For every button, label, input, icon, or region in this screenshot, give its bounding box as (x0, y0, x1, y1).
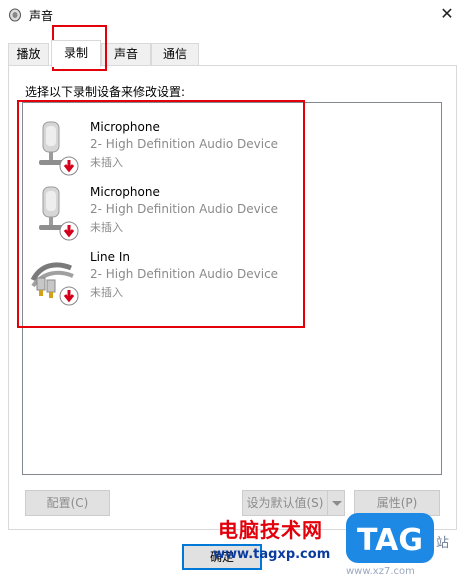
device-driver: 2- High Definition Audio Device (90, 137, 279, 151)
set-default-button[interactable]: 设为默认值(S) (242, 490, 328, 516)
tab-recording[interactable]: 录制 (51, 40, 101, 67)
microphone-icon (39, 186, 79, 241)
device-state: 未插入 (90, 156, 123, 169)
tab-communications[interactable]: 通信 (151, 43, 199, 66)
close-button[interactable]: ✕ (436, 4, 458, 24)
svg-text:TAG: TAG (357, 523, 423, 558)
device-state: 未插入 (90, 286, 123, 299)
list-item[interactable]: Line In 2- High Definition Audio Device … (27, 250, 287, 310)
instruction-label: 选择以下录制设备来修改设置: (25, 85, 186, 99)
title-bar: 声音 ✕ (0, 0, 465, 30)
device-driver: 2- High Definition Audio Device (90, 202, 279, 216)
device-name: Microphone (90, 185, 160, 199)
tag-logo: TAG (346, 513, 434, 563)
watermark-sub: www.xz7.com (346, 566, 415, 577)
tab-sounds[interactable]: 声音 (101, 43, 151, 66)
speaker-icon (9, 8, 21, 22)
microphone-icon (39, 121, 79, 176)
device-state: 未插入 (90, 221, 123, 234)
window-title: 声音 (29, 9, 54, 23)
list-item[interactable]: Microphone 2- High Definition Audio Devi… (27, 185, 287, 245)
device-driver: 2- High Definition Audio Device (90, 267, 279, 281)
watermark-side: 站 (436, 536, 450, 551)
line-in-cable-icon (30, 262, 79, 306)
set-default-dropdown[interactable] (327, 490, 345, 516)
configure-button[interactable]: 配置(C) (25, 490, 110, 516)
device-name: Line In (90, 250, 130, 264)
watermark-url: www.tagxp.com (213, 547, 331, 562)
device-name: Microphone (90, 120, 160, 134)
list-item[interactable]: Microphone 2- High Definition Audio Devi… (27, 120, 287, 180)
tab-playback[interactable]: 播放 (8, 43, 49, 66)
chevron-down-icon (332, 501, 342, 506)
tab-strip: 播放 录制 声音 通信 (0, 40, 465, 67)
watermark-text: 电脑技术网 (218, 518, 323, 542)
close-icon: ✕ (440, 4, 454, 23)
